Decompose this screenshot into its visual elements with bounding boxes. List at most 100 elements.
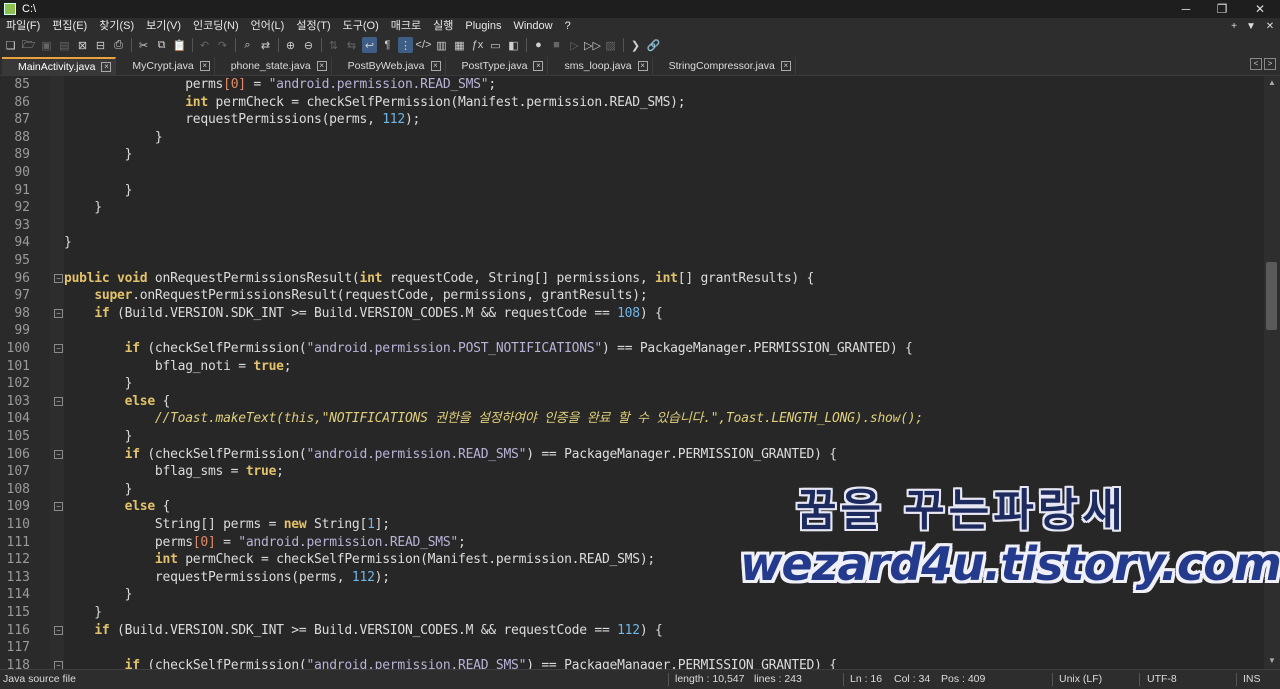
- tab-close-icon[interactable]: ×: [430, 61, 441, 71]
- menu-run[interactable]: 실행: [427, 18, 459, 34]
- code-line[interactable]: 102 }: [0, 375, 1264, 393]
- code-line[interactable]: 118 − if (checkSelfPermission("android.pe…: [0, 657, 1264, 669]
- tab-close-icon[interactable]: ×: [637, 61, 648, 71]
- code-line[interactable]: 103 − else {: [0, 393, 1264, 411]
- code-line[interactable]: 105 }: [0, 428, 1264, 446]
- code-line[interactable]: 89 }: [0, 146, 1264, 164]
- code-line[interactable]: 116 − if (Build.VERSION.SDK_INT >= Build.…: [0, 622, 1264, 640]
- code-line[interactable]: 94}: [0, 234, 1264, 252]
- tab-mainactivity-java[interactable]: MainActivity.java ×: [2, 57, 117, 75]
- run-macro-multiple-icon[interactable]: ▷▷: [584, 37, 601, 53]
- code-line[interactable]: 100 − if (checkSelfPermission("android.pe…: [0, 340, 1264, 358]
- menu-tools[interactable]: 도구(O): [337, 18, 385, 34]
- tab-mycrypt-java[interactable]: MyCrypt.java ×: [116, 57, 215, 75]
- menu-view[interactable]: 보기(V): [140, 18, 187, 34]
- maximize-button[interactable]: ❐: [1204, 0, 1240, 18]
- scroll-up-arrow[interactable]: ▲: [1267, 78, 1277, 88]
- tab-close-icon[interactable]: ×: [780, 61, 791, 71]
- document-list-icon[interactable]: ◧: [506, 37, 521, 53]
- menu-language[interactable]: 언어(L): [245, 18, 291, 34]
- terminal-icon[interactable]: ❯: [628, 37, 643, 53]
- find-icon[interactable]: ⌕: [240, 37, 255, 53]
- tab-posttype-java[interactable]: PostType.java ×: [446, 57, 549, 75]
- code-line[interactable]: 90: [0, 164, 1264, 182]
- monitoring-icon[interactable]: ▭: [488, 37, 503, 53]
- fold-toggle-icon[interactable]: −: [54, 449, 63, 459]
- xml-tag-icon[interactable]: </>: [416, 37, 432, 53]
- menu-settings[interactable]: 설정(T): [290, 18, 336, 34]
- tab-stringcompressor-java[interactable]: StringCompressor.java ×: [653, 57, 796, 75]
- cut-icon[interactable]: ✂: [136, 37, 151, 53]
- show-all-chars-icon[interactable]: ¶: [380, 37, 395, 53]
- tab-scroll-left-button[interactable]: <: [1250, 58, 1262, 70]
- code-line[interactable]: 95: [0, 252, 1264, 270]
- code-line[interactable]: 115 }: [0, 604, 1264, 622]
- minimize-button[interactable]: ─: [1168, 0, 1204, 18]
- function-list-icon[interactable]: ƒx: [470, 37, 485, 53]
- save-icon[interactable]: ▣: [39, 37, 54, 53]
- fold-toggle-icon[interactable]: −: [54, 344, 63, 353]
- save-all-icon[interactable]: ▤: [57, 37, 72, 53]
- code-line[interactable]: 104 //Toast.makeText(this,"NOTIFICATIONS…: [0, 410, 1264, 428]
- code-line[interactable]: 98 − if (Build.VERSION.SDK_INT >= Build.V…: [0, 305, 1264, 323]
- fold-toggle-icon[interactable]: −: [54, 273, 63, 283]
- menu-search[interactable]: 찾기(S): [93, 18, 140, 34]
- new-file-icon[interactable]: ❏: [3, 37, 18, 53]
- tab-close-icon[interactable]: ×: [199, 61, 210, 71]
- record-macro-icon[interactable]: ●: [531, 37, 546, 53]
- fold-toggle-icon[interactable]: −: [54, 396, 63, 406]
- tab-close-icon[interactable]: ×: [101, 62, 112, 72]
- sync-vertical-icon[interactable]: ⇅: [326, 37, 341, 53]
- status-insert-mode[interactable]: INS: [1243, 670, 1261, 689]
- code-line[interactable]: 87 requestPermissions(perms, 112);: [0, 111, 1264, 129]
- status-eol[interactable]: Unix (LF): [1059, 670, 1102, 689]
- close-all-icon[interactable]: ⊟: [93, 37, 108, 53]
- tab-close-icon[interactable]: ×: [533, 61, 544, 71]
- fold-toggle-icon[interactable]: −: [54, 625, 63, 635]
- paste-icon[interactable]: 📋: [172, 37, 187, 53]
- tab-postbyweb-java[interactable]: PostByWeb.java ×: [332, 57, 446, 75]
- sync-horizontal-icon[interactable]: ⇆: [344, 37, 359, 53]
- code-line[interactable]: 85 perms[0] = "android.permission.READ_S…: [0, 76, 1264, 94]
- tab-close-icon[interactable]: ×: [316, 61, 327, 71]
- tab-sms-loop-java[interactable]: sms_loop.java ×: [548, 57, 653, 75]
- code-line[interactable]: 96 − public void onRequestPermissionsResul…: [0, 270, 1264, 288]
- code-line[interactable]: 97 super.onRequestPermissionsResult(requ…: [0, 287, 1264, 305]
- doc-map-icon[interactable]: ▥: [434, 37, 449, 53]
- fold-toggle-icon[interactable]: −: [54, 502, 63, 512]
- open-file-icon[interactable]: 🗁: [21, 37, 36, 53]
- code-line[interactable]: 99: [0, 322, 1264, 340]
- play-macro-icon[interactable]: ▷: [567, 37, 582, 53]
- link-icon[interactable]: 🔗: [646, 37, 661, 53]
- code-line[interactable]: 92 }: [0, 199, 1264, 217]
- stop-record-icon[interactable]: ■: [549, 37, 564, 53]
- undo-icon[interactable]: ↶: [197, 37, 212, 53]
- code-line[interactable]: 88 }: [0, 129, 1264, 147]
- fold-toggle-icon[interactable]: −: [54, 308, 63, 318]
- redo-icon[interactable]: ↷: [215, 37, 230, 53]
- menu-encoding[interactable]: 인코딩(N): [187, 18, 245, 34]
- menu-edit[interactable]: 편집(E): [46, 18, 93, 34]
- scrollbar-thumb[interactable]: [1266, 262, 1277, 330]
- scroll-down-arrow[interactable]: ▼: [1267, 656, 1277, 666]
- close-icon[interactable]: ⊠: [75, 37, 90, 53]
- code-line[interactable]: 101 bflag_noti = true;: [0, 358, 1264, 376]
- word-wrap-icon[interactable]: ↩: [362, 37, 377, 53]
- menu-window[interactable]: Window: [507, 18, 558, 34]
- print-icon[interactable]: ⎙: [111, 37, 126, 53]
- tab-scroll-right-button[interactable]: >: [1264, 58, 1276, 70]
- menu-plugins[interactable]: Plugins: [459, 18, 507, 34]
- code-line[interactable]: 117: [0, 639, 1264, 657]
- copy-icon[interactable]: ⧉: [154, 37, 169, 53]
- code-line[interactable]: 106 − if (checkSelfPermission("android.pe…: [0, 446, 1264, 464]
- replace-icon[interactable]: ⇄: [258, 37, 273, 53]
- menu-file[interactable]: 파일(F): [0, 18, 46, 34]
- menu-help[interactable]: ?: [559, 18, 577, 34]
- status-encoding[interactable]: UTF-8: [1147, 670, 1177, 689]
- save-macro-icon[interactable]: ▨: [603, 37, 618, 53]
- fold-toggle-icon[interactable]: −: [54, 660, 63, 669]
- folder-workspace-icon[interactable]: ▦: [452, 37, 467, 53]
- indent-guide-icon[interactable]: ⋮: [398, 37, 413, 53]
- code-line[interactable]: 93: [0, 217, 1264, 235]
- code-line[interactable]: 91 }: [0, 182, 1264, 200]
